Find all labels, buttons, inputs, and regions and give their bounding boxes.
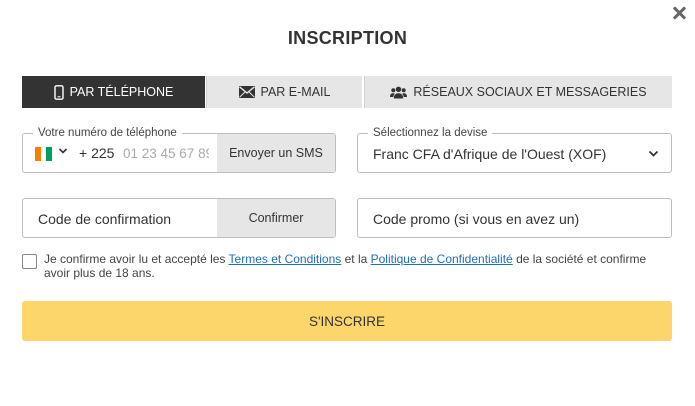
consent-text-middle: et la [341, 252, 371, 266]
tab-email[interactable]: PAR E-MAIL [206, 76, 362, 108]
promo-code-input[interactable] [373, 209, 658, 229]
confirmation-code-input[interactable] [38, 209, 208, 229]
currency-value: Franc CFA d'Afrique de l'Ouest (XOF) [373, 146, 607, 162]
smartphone-icon [53, 84, 64, 100]
close-icon[interactable] [670, 4, 688, 22]
country-code: + 225 [79, 145, 115, 161]
envelope-icon [238, 86, 255, 98]
consent-text: Je confirme avoir lu et accepté les Term… [44, 252, 674, 280]
phone-input[interactable] [123, 142, 209, 164]
tab-social-label: RÉSEAUX SOCIAUX ET MESSAGERIES [413, 85, 647, 99]
consent-checkbox[interactable] [22, 254, 37, 269]
ivory-coast-flag-icon[interactable] [35, 147, 53, 161]
privacy-policy-link[interactable]: Politique de Confidentialité [371, 252, 513, 266]
currency-field-label: Sélectionnez la devise [368, 126, 493, 140]
promo-code-field [357, 198, 672, 238]
tab-phone[interactable]: PAR TÉLÉPHONE [22, 76, 205, 108]
confirm-button[interactable]: Confirmer [217, 199, 335, 237]
phone-field-label: Votre numéro de téléphone [33, 126, 182, 140]
tab-email-label: PAR E-MAIL [260, 85, 331, 99]
chevron-down-icon[interactable] [58, 146, 68, 156]
send-sms-button[interactable]: Envoyer un SMS [217, 134, 335, 172]
tab-social[interactable]: RÉSEAUX SOCIAUX ET MESSAGERIES [364, 76, 672, 108]
users-icon [390, 86, 408, 99]
modal-title: INSCRIPTION [287, 28, 408, 48]
register-button[interactable]: S'INSCRIRE [22, 301, 672, 341]
terms-link[interactable]: Termes et Conditions [229, 252, 342, 266]
consent-text-before: Je confirme avoir lu et accepté les [44, 252, 229, 266]
currency-select[interactable]: Sélectionnez la devise Franc CFA d'Afriq… [357, 126, 672, 173]
confirmation-code-field: Confirmer [22, 198, 336, 238]
registration-tabs: PAR TÉLÉPHONE PAR E-MAIL RÉSEAUX SOCIAUX… [22, 76, 672, 108]
chevron-down-icon [648, 150, 659, 157]
tab-phone-label: PAR TÉLÉPHONE [69, 85, 174, 99]
registration-modal: INSCRIPTION PAR TÉLÉPHONE PAR E-MAIL RÉS… [0, 0, 695, 406]
phone-field: Votre numéro de téléphone + 225 Envoyer … [22, 126, 336, 173]
